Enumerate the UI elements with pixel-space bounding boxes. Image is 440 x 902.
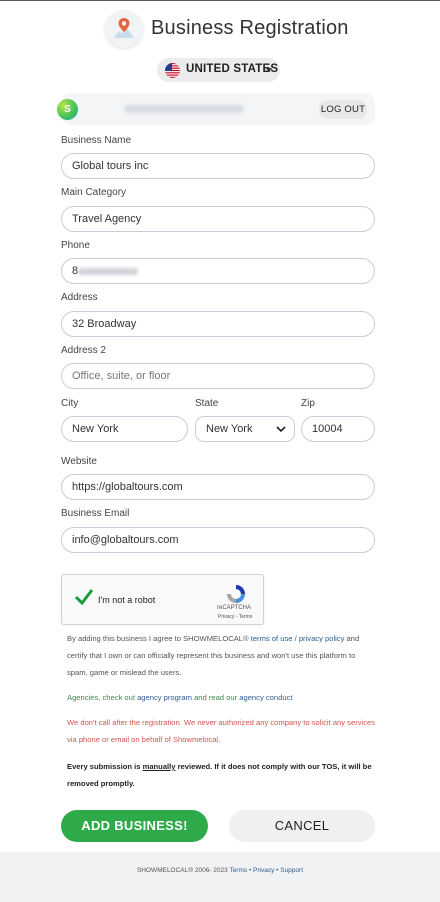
page-title: Business Registration [151,17,349,39]
phone-label: Phone [61,240,90,251]
city-label: City [61,398,79,409]
business-email-label: Business Email [61,508,130,519]
footer-terms-link[interactable]: Terms [229,867,247,874]
footer-privacy-link[interactable]: Privacy [253,867,274,874]
zip-label: Zip [301,398,315,409]
terms-notice: By adding this business I agree to SHOWM… [67,630,377,681]
business-email-input[interactable]: info@globaltours.com [61,527,375,553]
footer: SHOWMELOCAL® 2006- 2023 Terms • Privacy … [0,852,440,902]
address2-input[interactable]: Office, suite, or floor [61,363,375,389]
chevron-down-icon [276,426,286,433]
review-emphasis: manually [142,762,176,771]
top-border [0,0,440,1]
main-category-label: Main Category [61,187,127,198]
state-value: New York [206,423,253,435]
business-name-input[interactable]: Global tours inc [61,153,375,179]
user-email-redacted [124,105,244,113]
checkmark-icon [74,589,94,606]
us-flag-icon [165,63,180,78]
avatar: S [57,99,78,120]
agencies-notice: Agencies, check out agency program and r… [67,689,377,706]
agency-conduct-link[interactable]: agency conduct [239,693,292,702]
footer-text: SHOWMELOCAL® 2006- 2023 Terms • Privacy … [0,867,440,874]
address2-label: Address 2 [61,345,107,356]
website-input[interactable]: https://globaltours.com [61,474,375,500]
page-header: Business Registration [0,10,440,50]
recaptcha-widget[interactable]: I'm not a robot reCAPTCHA Privacy - Term… [61,574,264,625]
business-name-label: Business Name [61,135,132,146]
country-label: UNITED STATES [186,63,279,75]
address-label: Address [61,292,98,303]
address-input[interactable]: 32 Broadway [61,311,375,337]
phone-redacted [78,268,138,275]
main-category-input[interactable]: Travel Agency [61,206,375,232]
phone-input[interactable]: 8 [61,258,375,284]
map-pin-icon [105,10,143,48]
website-label: Website [61,456,97,467]
add-business-button[interactable]: ADD BUSINESS! [61,810,208,842]
caret-down-icon [266,68,272,72]
country-selector[interactable]: UNITED STATES [157,58,280,82]
footer-support-link[interactable]: Support [280,867,303,874]
agencies-prefix: Agencies, check out [67,693,138,702]
cancel-button[interactable]: CANCEL [229,810,375,842]
agencies-middle: and read our [191,693,240,702]
city-input[interactable]: New York [61,416,188,442]
logout-button[interactable]: LOG OUT [319,100,367,119]
recaptcha-label: I'm not a robot [98,595,156,605]
state-label: State [195,398,219,409]
terms-link[interactable]: terms of use / privacy policy [251,634,345,643]
footer-copyright: SHOWMELOCAL® 2006- 2023 [136,867,230,874]
review-prefix: Every submission is [67,762,143,771]
agency-program-link[interactable]: agency program [137,693,192,702]
recaptcha-brand: reCAPTCHA [217,605,252,611]
review-notice: Every submission is manually reviewed. I… [67,758,377,792]
zip-input[interactable]: 10004 [301,416,375,442]
state-select[interactable]: New York [195,416,295,442]
warning-notice: We don't call after the registration. We… [67,718,376,744]
recaptcha-icon [227,585,245,603]
terms-prefix: By adding this business I agree to SHOWM… [67,634,251,643]
recaptcha-links[interactable]: Privacy - Terms [218,614,252,620]
user-bar: S LOG OUT [57,93,375,125]
